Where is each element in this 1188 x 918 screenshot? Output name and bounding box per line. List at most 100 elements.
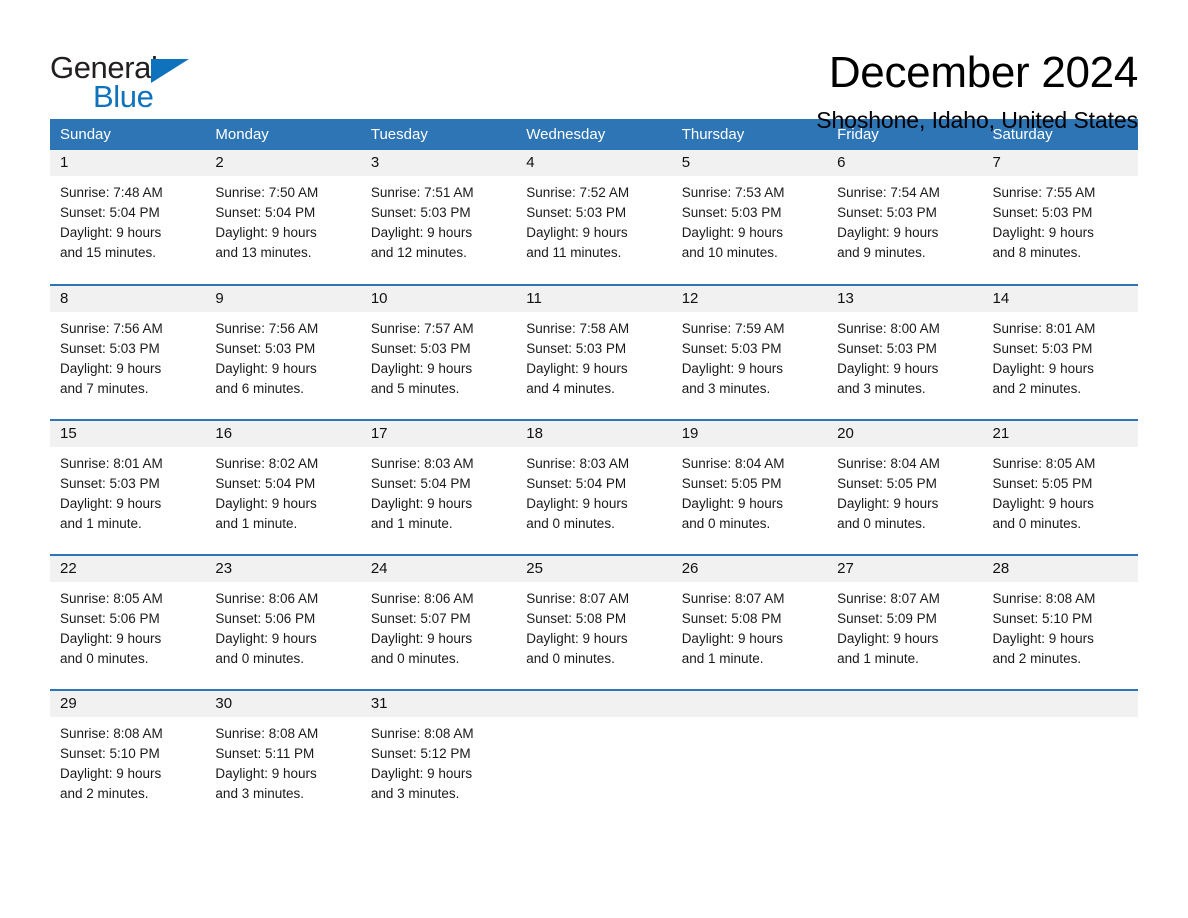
daylight-duration-line1: Daylight: 9 hours (526, 631, 628, 646)
daylight-duration-line1: Daylight: 9 hours (681, 496, 783, 511)
daylight-duration-line2: and 0 minutes. (526, 516, 615, 531)
sunrise-time: Sunrise: 8:04 AM (837, 456, 940, 471)
day-number (671, 691, 828, 717)
daylight-duration-line2: and 0 minutes. (60, 651, 149, 666)
calendar-day-cell[interactable]: 17 Sunrise: 8:03 AM Sunset: 5:04 PM Dayligh… (360, 419, 517, 555)
daylight-duration-line2: and 3 minutes. (681, 381, 771, 396)
day-number: 11 (516, 286, 672, 312)
sunrise-time: Sunrise: 7:56 AM (215, 321, 319, 336)
daylight-duration-line2: and 10 minutes. (681, 245, 778, 260)
calendar-day-cell[interactable]: 24 Sunrise: 8:06 AM Sunset: 5:07 PM Dayligh… (360, 554, 517, 690)
sunset-time: Sunset: 5:04 PM (215, 205, 316, 220)
calendar-body: 1 Sunrise: 7:48 AM Sunset: 5:04 PM Daylight… (50, 150, 1138, 825)
day-number: 1 (50, 150, 206, 176)
calendar-day-cell[interactable]: 10 Sunrise: 7:57 AM Sunset: 5:03 PM Dayligh… (360, 284, 517, 420)
calendar-day-cell[interactable]: 15 Sunrise: 8:01 AM Sunset: 5:03 PM Dayligh… (50, 419, 206, 555)
day-number: 22 (50, 556, 206, 582)
sunset-time: Sunset: 5:11 PM (215, 746, 315, 761)
daylight-duration-line1: Daylight: 9 hours (370, 225, 473, 240)
calendar-day-cell[interactable]: 29 Sunrise: 8:08 AM Sunset: 5:10 PM Dayligh… (50, 689, 206, 825)
daylight-duration-line1: Daylight: 9 hours (60, 766, 162, 781)
sunset-time: Sunset: 5:08 PM (526, 611, 627, 626)
day-details: Sunrise: 8:07 AM Sunset: 5:08 PM Daylight:… (516, 582, 671, 669)
calendar-day-cell[interactable]: 19 Sunrise: 8:04 AM Sunset: 5:05 PM Dayligh… (671, 419, 828, 555)
daylight-duration-line1: Daylight: 9 hours (837, 225, 939, 240)
day-details: Sunrise: 7:52 AM Sunset: 5:03 PM Daylight:… (516, 176, 671, 263)
calendar-day-cell[interactable]: 28 Sunrise: 8:08 AM Sunset: 5:10 PM Dayligh… (982, 554, 1138, 690)
sunset-time: Sunset: 5:03 PM (60, 341, 160, 356)
sunrise-time: Sunrise: 7:52 AM (526, 185, 630, 200)
sunset-time: Sunset: 5:03 PM (681, 341, 782, 356)
day-number: 24 (360, 556, 517, 582)
calendar-day-cell[interactable]: 23 Sunrise: 8:06 AM Sunset: 5:06 PM Dayligh… (205, 554, 361, 690)
calendar-day-cell[interactable]: 6 Sunrise: 7:54 AM Sunset: 5:03 PM Daylight… (827, 150, 983, 285)
daylight-duration-line2: and 0 minutes. (992, 516, 1082, 531)
calendar-day-cell[interactable]: 22 Sunrise: 8:05 AM Sunset: 5:06 PM Dayligh… (50, 554, 206, 690)
calendar-day-cell[interactable]: 7 Sunrise: 7:55 AM Sunset: 5:03 PM Daylight… (982, 150, 1138, 285)
calendar-day-cell[interactable]: 2 Sunrise: 7:50 AM Sunset: 5:04 PM Daylight… (205, 150, 361, 285)
daylight-duration-line1: Daylight: 9 hours (60, 631, 162, 646)
calendar-day-cell[interactable]: 27 Sunrise: 8:07 AM Sunset: 5:09 PM Dayligh… (827, 554, 983, 690)
daylight-duration-line2: and 8 minutes. (992, 245, 1082, 260)
daylight-duration-line2: and 3 minutes. (837, 381, 926, 396)
daylight-duration-line1: Daylight: 9 hours (681, 225, 783, 240)
sunrise-time: Sunrise: 8:01 AM (60, 456, 163, 471)
calendar-day-cell[interactable]: 8 Sunrise: 7:56 AM Sunset: 5:03 PM Daylight… (50, 284, 206, 420)
day-number: 10 (360, 286, 517, 312)
daylight-duration-line1: Daylight: 9 hours (992, 496, 1094, 511)
calendar-day-cell[interactable]: 9 Sunrise: 7:56 AM Sunset: 5:03 PM Daylight… (205, 284, 361, 420)
day-number: 23 (205, 556, 361, 582)
daylight-duration-line1: Daylight: 9 hours (215, 496, 317, 511)
daylight-duration-line1: Daylight: 9 hours (992, 631, 1094, 646)
day-number: 17 (360, 421, 517, 447)
daylight-duration-line2: and 2 minutes. (992, 381, 1082, 396)
calendar-day-cell[interactable]: 14 Sunrise: 8:01 AM Sunset: 5:03 PM Dayligh… (982, 284, 1138, 420)
daylight-duration-line1: Daylight: 9 hours (370, 361, 473, 376)
day-details: Sunrise: 8:01 AM Sunset: 5:03 PM Daylight:… (50, 447, 205, 534)
calendar-day-cell[interactable]: 16 Sunrise: 8:02 AM Sunset: 5:04 PM Dayligh… (205, 419, 361, 555)
sunset-time: Sunset: 5:03 PM (215, 341, 316, 356)
sunrise-time: Sunrise: 7:59 AM (681, 321, 785, 336)
sunset-time: Sunset: 5:10 PM (992, 611, 1093, 626)
sunrise-time: Sunrise: 8:03 AM (370, 456, 474, 471)
day-details: Sunrise: 7:54 AM Sunset: 5:03 PM Daylight:… (827, 176, 982, 263)
calendar-day-cell[interactable]: 12 Sunrise: 7:59 AM Sunset: 5:03 PM Dayligh… (671, 284, 828, 420)
day-details: Sunrise: 8:03 AM Sunset: 5:04 PM Daylight:… (361, 447, 516, 534)
calendar-day-cell[interactable]: 21 Sunrise: 8:05 AM Sunset: 5:05 PM Dayligh… (982, 419, 1138, 555)
calendar-day-cell[interactable]: 18 Sunrise: 8:03 AM Sunset: 5:04 PM Dayligh… (516, 419, 672, 555)
daylight-duration-line2: and 1 minute. (215, 516, 298, 531)
sunrise-time: Sunrise: 7:53 AM (681, 185, 785, 200)
sunset-time: Sunset: 5:06 PM (215, 611, 316, 626)
calendar-day-cell[interactable]: 13 Sunrise: 8:00 AM Sunset: 5:03 PM Dayligh… (827, 284, 983, 420)
weekday-header-sunday: Sunday (50, 119, 206, 150)
calendar-day-cell[interactable]: 26 Sunrise: 8:07 AM Sunset: 5:08 PM Dayligh… (671, 554, 828, 690)
day-number: 12 (671, 286, 828, 312)
day-number: 14 (982, 286, 1138, 312)
sunrise-time: Sunrise: 8:05 AM (60, 591, 163, 606)
day-details: Sunrise: 8:08 AM Sunset: 5:12 PM Daylight:… (361, 717, 516, 804)
calendar-day-cell[interactable]: 20 Sunrise: 8:04 AM Sunset: 5:05 PM Dayligh… (827, 419, 983, 555)
calendar-day-cell[interactable]: 1 Sunrise: 7:48 AM Sunset: 5:04 PM Daylight… (50, 150, 206, 285)
sunrise-time: Sunrise: 8:06 AM (215, 591, 319, 606)
sunset-time: Sunset: 5:03 PM (370, 205, 471, 220)
calendar-day-cell[interactable]: 31 Sunrise: 8:08 AM Sunset: 5:12 PM Dayligh… (360, 689, 517, 825)
sunset-time: Sunset: 5:03 PM (526, 341, 627, 356)
day-number: 3 (360, 150, 517, 176)
daylight-duration-line2: and 9 minutes. (837, 245, 926, 260)
daylight-duration-line2: and 3 minutes. (215, 786, 304, 801)
calendar-day-cell[interactable]: 30 Sunrise: 8:08 AM Sunset: 5:11 PM Dayligh… (205, 689, 361, 825)
calendar-day-cell[interactable]: 4 Sunrise: 7:52 AM Sunset: 5:03 PM Daylight… (516, 150, 672, 285)
daylight-duration-line1: Daylight: 9 hours (526, 496, 628, 511)
day-number: 9 (205, 286, 361, 312)
calendar-day-cell[interactable]: 25 Sunrise: 8:07 AM Sunset: 5:08 PM Dayligh… (516, 554, 672, 690)
daylight-duration-line1: Daylight: 9 hours (60, 361, 162, 376)
daylight-duration-line2: and 5 minutes. (370, 381, 460, 396)
calendar-week-row: 29 Sunrise: 8:08 AM Sunset: 5:10 PM Dayligh… (50, 689, 1138, 825)
calendar-day-cell[interactable]: 11 Sunrise: 7:58 AM Sunset: 5:03 PM Dayligh… (516, 284, 672, 420)
calendar-day-cell[interactable]: 5 Sunrise: 7:53 AM Sunset: 5:03 PM Daylight… (671, 150, 828, 285)
sunrise-time: Sunrise: 8:01 AM (992, 321, 1096, 336)
calendar-day-cell[interactable]: 3 Sunrise: 7:51 AM Sunset: 5:03 PM Daylight… (360, 150, 517, 285)
page-header: General Blue December 2024 Shoshone, Ida… (50, 0, 1138, 132)
sunrise-time: Sunrise: 8:07 AM (681, 591, 785, 606)
sunset-time: Sunset: 5:03 PM (992, 341, 1093, 356)
